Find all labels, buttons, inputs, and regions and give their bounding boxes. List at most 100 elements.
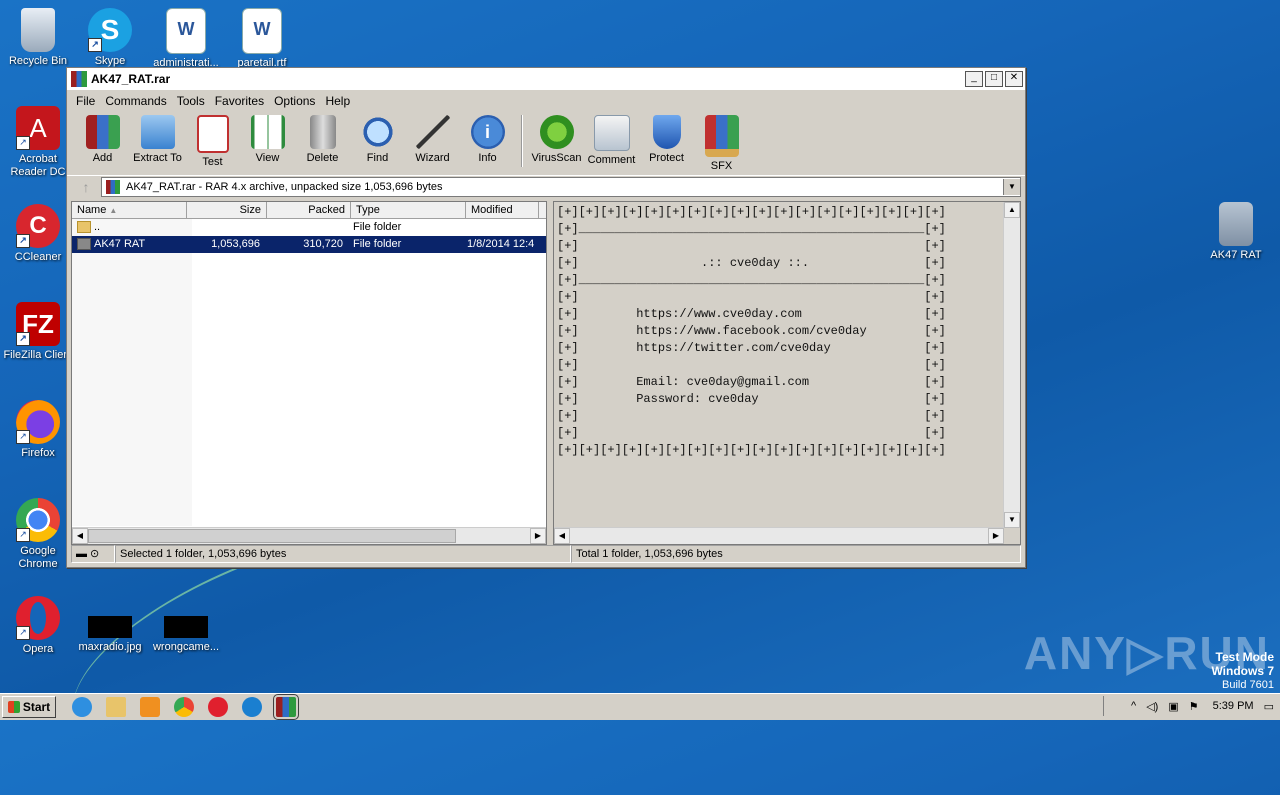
folder-icon: [77, 238, 91, 251]
recycle-bin-icon: [21, 8, 55, 52]
comment-button[interactable]: Comment: [584, 115, 639, 166]
word-document-icon: W: [242, 8, 282, 54]
desktop-icon-administrati[interactable]: W administrati...: [148, 8, 224, 70]
scroll-right-icon[interactable]: ▶: [988, 528, 1004, 544]
drive-icon[interactable]: ▬ ⊙: [71, 545, 115, 563]
table-row[interactable]: .. File folder: [72, 219, 546, 236]
column-type[interactable]: Type: [351, 202, 466, 218]
extract-to-button[interactable]: Extract To: [130, 115, 185, 164]
desktop-icon-opera[interactable]: ↗ Opera: [0, 596, 76, 656]
edge-icon[interactable]: [242, 697, 262, 717]
opera-icon[interactable]: [208, 697, 228, 717]
test-button[interactable]: Test: [185, 115, 240, 168]
winrar-taskbar-icon[interactable]: [273, 694, 299, 720]
scroll-left-icon[interactable]: ◀: [72, 528, 88, 544]
chevron-down-icon[interactable]: ▼: [1003, 179, 1020, 195]
scroll-up-icon[interactable]: ▲: [1004, 202, 1020, 218]
scroll-down-icon[interactable]: ▼: [1004, 512, 1020, 528]
path-dropdown[interactable]: AK47_RAT.rar - RAR 4.x archive, unpacked…: [101, 177, 1021, 197]
skype-icon: S ↗: [88, 8, 132, 52]
desktop-icon-paretail[interactable]: W paretail.rtf: [224, 8, 300, 70]
info-button[interactable]: i Info: [460, 115, 515, 164]
show-desktop-icon[interactable]: ▭: [1264, 700, 1274, 713]
flag-icon[interactable]: ⚑: [1189, 700, 1199, 713]
find-button[interactable]: Find: [350, 115, 405, 164]
maximize-button[interactable]: □: [985, 71, 1003, 87]
up-arrow-icon[interactable]: ↑: [71, 179, 101, 195]
shortcut-arrow-icon: ↗: [16, 136, 30, 150]
scroll-left-icon[interactable]: ◀: [554, 528, 570, 544]
magnifier-icon: [360, 115, 395, 149]
desktop-icon-maxradio[interactable]: maxradio.jpg: [72, 616, 148, 654]
comment-horizontal-scrollbar[interactable]: ◀ ▶: [554, 527, 1004, 544]
filezilla-icon: FZ ↗: [16, 302, 60, 346]
taskbar: Start ^ ◁) ▣ ⚑ 5:39 PM ▭: [0, 693, 1280, 720]
menu-options[interactable]: Options: [269, 94, 320, 108]
explorer-folder-icon[interactable]: [106, 697, 126, 717]
menu-file[interactable]: File: [71, 94, 100, 108]
menu-tools[interactable]: Tools: [172, 94, 210, 108]
desktop-icon-ccleaner[interactable]: C ↗ CCleaner: [0, 204, 76, 264]
scroll-right-icon[interactable]: ▶: [530, 528, 546, 544]
info-icon: i: [470, 115, 505, 149]
desktop-icon-ak47-rat[interactable]: AK47 RAT: [1198, 202, 1274, 262]
acrobat-icon: A ↗: [16, 106, 60, 150]
desktop-icon-wrongcame[interactable]: wrongcame...: [148, 616, 224, 654]
cell-type: File folder: [353, 238, 402, 250]
desktop-icon-chrome[interactable]: ↗ Google Chrome: [0, 498, 76, 571]
menu-commands[interactable]: Commands: [100, 94, 171, 108]
desktop-icon-recycle-bin[interactable]: Recycle Bin: [0, 8, 76, 68]
column-packed[interactable]: Packed: [267, 202, 351, 218]
shortcut-arrow-icon: ↗: [16, 430, 30, 444]
view-button[interactable]: View: [240, 115, 295, 164]
clock[interactable]: 5:39 PM: [1213, 700, 1254, 712]
vertical-scrollbar[interactable]: ▲ ▼: [1003, 202, 1020, 528]
system-tray: ^ ◁) ▣ ⚑ 5:39 PM ▭: [1103, 696, 1280, 716]
folder-up-icon: [77, 221, 91, 234]
virusscan-button[interactable]: VirusScan: [529, 115, 584, 164]
windows-flag-icon: [7, 701, 20, 713]
delete-button[interactable]: Delete: [295, 115, 350, 164]
title-bar[interactable]: AK47_RAT.rar _ □ ✕: [67, 68, 1025, 91]
protect-button[interactable]: Protect: [639, 115, 694, 164]
path-text: AK47_RAT.rar - RAR 4.x archive, unpacked…: [126, 181, 443, 193]
table-row-selected[interactable]: AK47 RAT 1,053,696 310,720 File folder 1…: [72, 236, 546, 253]
internet-explorer-icon[interactable]: [72, 697, 92, 717]
window-title: AK47_RAT.rar: [91, 72, 171, 86]
chevron-up-icon[interactable]: ^: [1131, 700, 1136, 712]
horizontal-scrollbar[interactable]: ◀ ▶: [72, 527, 546, 544]
close-button[interactable]: ✕: [1005, 71, 1023, 87]
file-list[interactable]: Name ▲ Size Packed Type Modified .. File…: [71, 201, 547, 545]
sfx-button[interactable]: SFX: [694, 115, 749, 172]
volume-icon[interactable]: ◁): [1146, 700, 1158, 713]
content-panes: Name ▲ Size Packed Type Modified .. File…: [71, 201, 1021, 545]
sfx-box-icon: [704, 115, 739, 157]
winrar-window: AK47_RAT.rar _ □ ✕ File Commands Tools F…: [66, 67, 1026, 568]
comment-pane[interactable]: [+][+][+][+][+][+][+][+][+][+][+][+][+][…: [553, 201, 1021, 545]
address-bar: ↑ AK47_RAT.rar - RAR 4.x archive, unpack…: [67, 175, 1025, 198]
column-modified[interactable]: Modified: [466, 202, 539, 218]
toolbar-separator: [521, 115, 523, 167]
desktop-icon-firefox[interactable]: ↗ Firefox: [0, 400, 76, 460]
status-bar: ▬ ⊙ Selected 1 folder, 1,053,696 bytes T…: [71, 545, 1021, 563]
desktop-icon-skype[interactable]: S ↗ Skype: [72, 8, 148, 68]
sort-ascending-icon: ▲: [109, 206, 118, 215]
menu-help[interactable]: Help: [320, 94, 355, 108]
wizard-button[interactable]: Wizard: [405, 115, 460, 164]
network-icon[interactable]: ▣: [1168, 700, 1178, 713]
add-button[interactable]: Add: [75, 115, 130, 164]
column-name[interactable]: Name ▲: [72, 202, 187, 218]
desktop-icon-filezilla[interactable]: FZ ↗ FileZilla Client: [0, 302, 76, 362]
image-thumbnail-icon: [88, 616, 132, 638]
menu-favorites[interactable]: Favorites: [210, 94, 269, 108]
scrollbar-thumb[interactable]: [88, 529, 456, 543]
test-mode-notice: Test Mode Windows 7 Build 7601: [1211, 650, 1274, 692]
shortcut-arrow-icon: ↗: [16, 234, 30, 248]
start-button[interactable]: Start: [2, 696, 56, 718]
media-player-icon[interactable]: [140, 697, 160, 717]
minimize-button[interactable]: _: [965, 71, 983, 87]
chrome-icon[interactable]: [174, 697, 194, 717]
column-size[interactable]: Size: [187, 202, 267, 218]
cell-size: 1,053,696: [211, 238, 260, 250]
desktop-icon-acrobat[interactable]: A ↗ Acrobat Reader DC: [0, 106, 76, 179]
